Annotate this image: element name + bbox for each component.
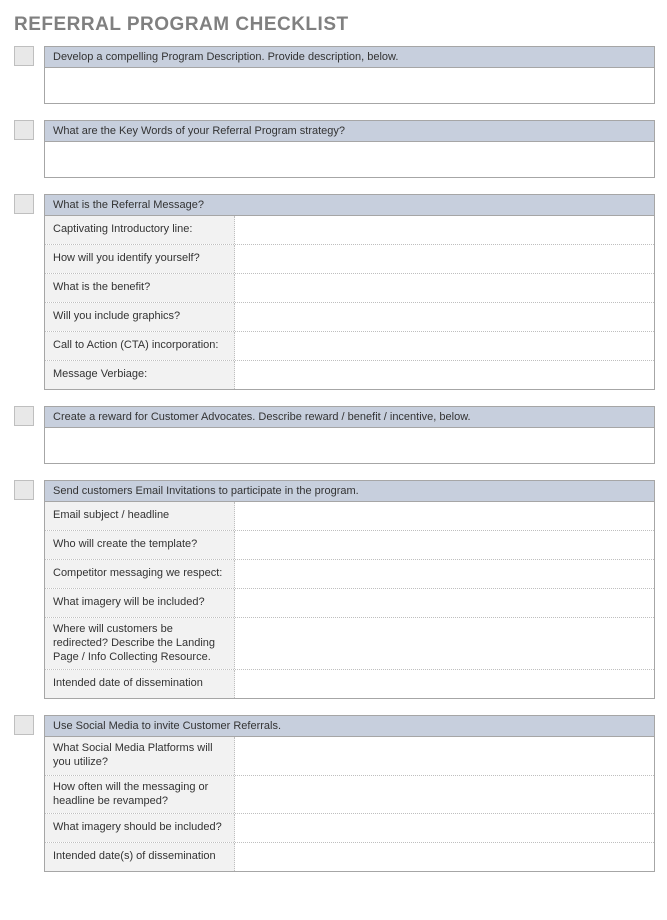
row-input[interactable] <box>235 843 654 871</box>
checkbox[interactable] <box>14 120 34 140</box>
table-row: Captivating Introductory line: <box>45 216 654 244</box>
table-row: What Social Media Platforms will you uti… <box>45 737 654 775</box>
row-input[interactable] <box>235 332 654 360</box>
row-input[interactable] <box>235 618 654 669</box>
response-textarea[interactable] <box>44 428 655 464</box>
row-input[interactable] <box>235 303 654 331</box>
row-label: Intended date(s) of dissemination <box>45 843 235 871</box>
table-row: Intended date(s) of dissemination <box>45 842 654 871</box>
row-label: How will you identify yourself? <box>45 245 235 273</box>
row-label: Call to Action (CTA) incorporation: <box>45 332 235 360</box>
checkbox[interactable] <box>14 480 34 500</box>
row-label: Message Verbiage: <box>45 361 235 389</box>
row-label: What imagery will be included? <box>45 589 235 617</box>
table-row: Call to Action (CTA) incorporation: <box>45 331 654 360</box>
row-label: Intended date of dissemination <box>45 670 235 698</box>
row-label: How often will the messaging or headline… <box>45 776 235 814</box>
table-row: What imagery should be included? <box>45 813 654 842</box>
response-textarea[interactable] <box>44 142 655 178</box>
section-header: What are the Key Words of your Referral … <box>44 120 655 142</box>
row-input[interactable] <box>235 502 654 530</box>
row-input[interactable] <box>235 274 654 302</box>
row-input[interactable] <box>235 216 654 244</box>
row-input[interactable] <box>235 776 654 814</box>
table-row: What imagery will be included? <box>45 588 654 617</box>
checklist-section: Create a reward for Customer Advocates. … <box>14 406 655 464</box>
section-header: Use Social Media to invite Customer Refe… <box>44 715 655 737</box>
checkbox[interactable] <box>14 406 34 426</box>
row-label: Captivating Introductory line: <box>45 216 235 244</box>
checklist-section: What are the Key Words of your Referral … <box>14 120 655 178</box>
checkbox[interactable] <box>14 46 34 66</box>
row-input[interactable] <box>235 814 654 842</box>
checklist-section: Use Social Media to invite Customer Refe… <box>14 715 655 872</box>
table-row: What is the benefit? <box>45 273 654 302</box>
row-input[interactable] <box>235 245 654 273</box>
row-label: What imagery should be included? <box>45 814 235 842</box>
sub-table: Captivating Introductory line:How will y… <box>44 216 655 390</box>
table-row: Will you include graphics? <box>45 302 654 331</box>
row-label: Who will create the template? <box>45 531 235 559</box>
row-label: Where will customers be redirected? Desc… <box>45 618 235 669</box>
row-input[interactable] <box>235 560 654 588</box>
row-label: Will you include graphics? <box>45 303 235 331</box>
row-label: What is the benefit? <box>45 274 235 302</box>
checklist-section: Develop a compelling Program Description… <box>14 46 655 104</box>
row-label: Email subject / headline <box>45 502 235 530</box>
checkbox[interactable] <box>14 715 34 735</box>
section-header: Develop a compelling Program Description… <box>44 46 655 68</box>
checklist-section: Send customers Email Invitations to part… <box>14 480 655 699</box>
section-header: What is the Referral Message? <box>44 194 655 216</box>
table-row: Where will customers be redirected? Desc… <box>45 617 654 669</box>
row-input[interactable] <box>235 361 654 389</box>
row-input[interactable] <box>235 531 654 559</box>
table-row: Message Verbiage: <box>45 360 654 389</box>
row-input[interactable] <box>235 737 654 775</box>
table-row: Email subject / headline <box>45 502 654 530</box>
table-row: Intended date of dissemination <box>45 669 654 698</box>
row-label: What Social Media Platforms will you uti… <box>45 737 235 775</box>
table-row: Competitor messaging we respect: <box>45 559 654 588</box>
table-row: How will you identify yourself? <box>45 244 654 273</box>
row-input[interactable] <box>235 670 654 698</box>
section-header: Send customers Email Invitations to part… <box>44 480 655 502</box>
sub-table: Email subject / headlineWho will create … <box>44 502 655 699</box>
row-input[interactable] <box>235 589 654 617</box>
table-row: How often will the messaging or headline… <box>45 775 654 814</box>
table-row: Who will create the template? <box>45 530 654 559</box>
page-title: REFERRAL PROGRAM CHECKLIST <box>14 14 655 36</box>
response-textarea[interactable] <box>44 68 655 104</box>
checkbox[interactable] <box>14 194 34 214</box>
row-label: Competitor messaging we respect: <box>45 560 235 588</box>
section-header: Create a reward for Customer Advocates. … <box>44 406 655 428</box>
sub-table: What Social Media Platforms will you uti… <box>44 737 655 872</box>
checklist-section: What is the Referral Message?Captivating… <box>14 194 655 390</box>
